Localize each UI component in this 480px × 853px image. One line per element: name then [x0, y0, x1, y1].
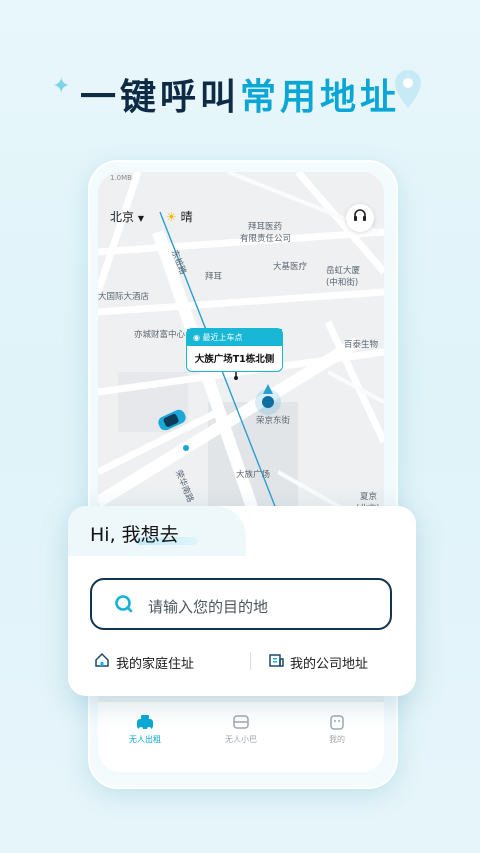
map-label: 荣京东街	[256, 416, 291, 426]
search-placeholder: 请输入您的目的地	[148, 598, 269, 616]
city-selector[interactable]: 北京 ▼	[110, 208, 144, 225]
taxi-icon	[110, 714, 180, 734]
pickup-header: ◉ 最近上车点	[187, 329, 282, 346]
map-label: (中和街)	[326, 278, 359, 288]
city-label: 北京	[110, 210, 135, 224]
map-label: 夏京	[360, 492, 378, 502]
map-label: 亦城财富中心	[134, 330, 186, 340]
location-pin-icon	[393, 68, 423, 114]
weather-label: 晴	[180, 210, 193, 224]
greeting: Hi, 我想去	[90, 524, 179, 546]
divider	[250, 652, 251, 670]
headline-part2: 常用地址	[240, 77, 401, 118]
map-label: 有限责任公司	[240, 234, 292, 244]
weather: ☀ 晴	[166, 208, 193, 225]
destination-search-input[interactable]: 请输入您的目的地	[90, 578, 392, 630]
bottom-tab-bar: 无人出租 无人小巴 我的	[98, 701, 384, 772]
bus-icon	[206, 714, 276, 734]
profile-icon	[302, 714, 372, 734]
pin-icon: ◉	[193, 333, 200, 342]
map-label: 大基医疗	[273, 262, 308, 272]
customer-service-button[interactable]	[346, 204, 374, 232]
sun-icon: ☀	[166, 210, 177, 224]
search-icon	[114, 594, 134, 618]
tab-profile[interactable]: 我的	[302, 714, 372, 745]
tab-label: 无人小巴	[225, 735, 257, 744]
home-address-button[interactable]: 我的家庭住址	[94, 652, 194, 672]
tab-robotaxi[interactable]: 无人出租	[110, 714, 180, 745]
pickup-point-callout[interactable]: ◉ 最近上车点 大族广场T1栋北侧	[186, 328, 283, 372]
map-label: 拜耳医药	[248, 222, 283, 232]
map-label: 大国际大酒店	[98, 292, 150, 302]
tab-label: 无人出租	[129, 735, 161, 744]
tab-minibus[interactable]: 无人小巴	[206, 714, 276, 745]
home-address-label: 我的家庭住址	[116, 656, 195, 672]
company-address-label: 我的公司地址	[290, 656, 369, 672]
map-label: 岳虹大厦	[326, 266, 361, 276]
map-label: 大族广场	[236, 470, 271, 480]
company-address-button[interactable]: 我的公司地址	[268, 652, 368, 672]
headset-icon	[352, 208, 368, 228]
map-label: 百泰生物	[344, 340, 379, 350]
pickup-name: 大族广场T1栋北侧	[194, 354, 275, 365]
chevron-down-icon: ▼	[137, 214, 144, 223]
tab-label: 我的	[329, 735, 345, 744]
headline-part1: 一键呼叫	[79, 77, 240, 118]
building-icon	[268, 652, 284, 672]
home-icon	[94, 652, 110, 672]
status-bar: 1.0MB	[110, 174, 132, 182]
map-label: 拜耳	[205, 272, 223, 282]
